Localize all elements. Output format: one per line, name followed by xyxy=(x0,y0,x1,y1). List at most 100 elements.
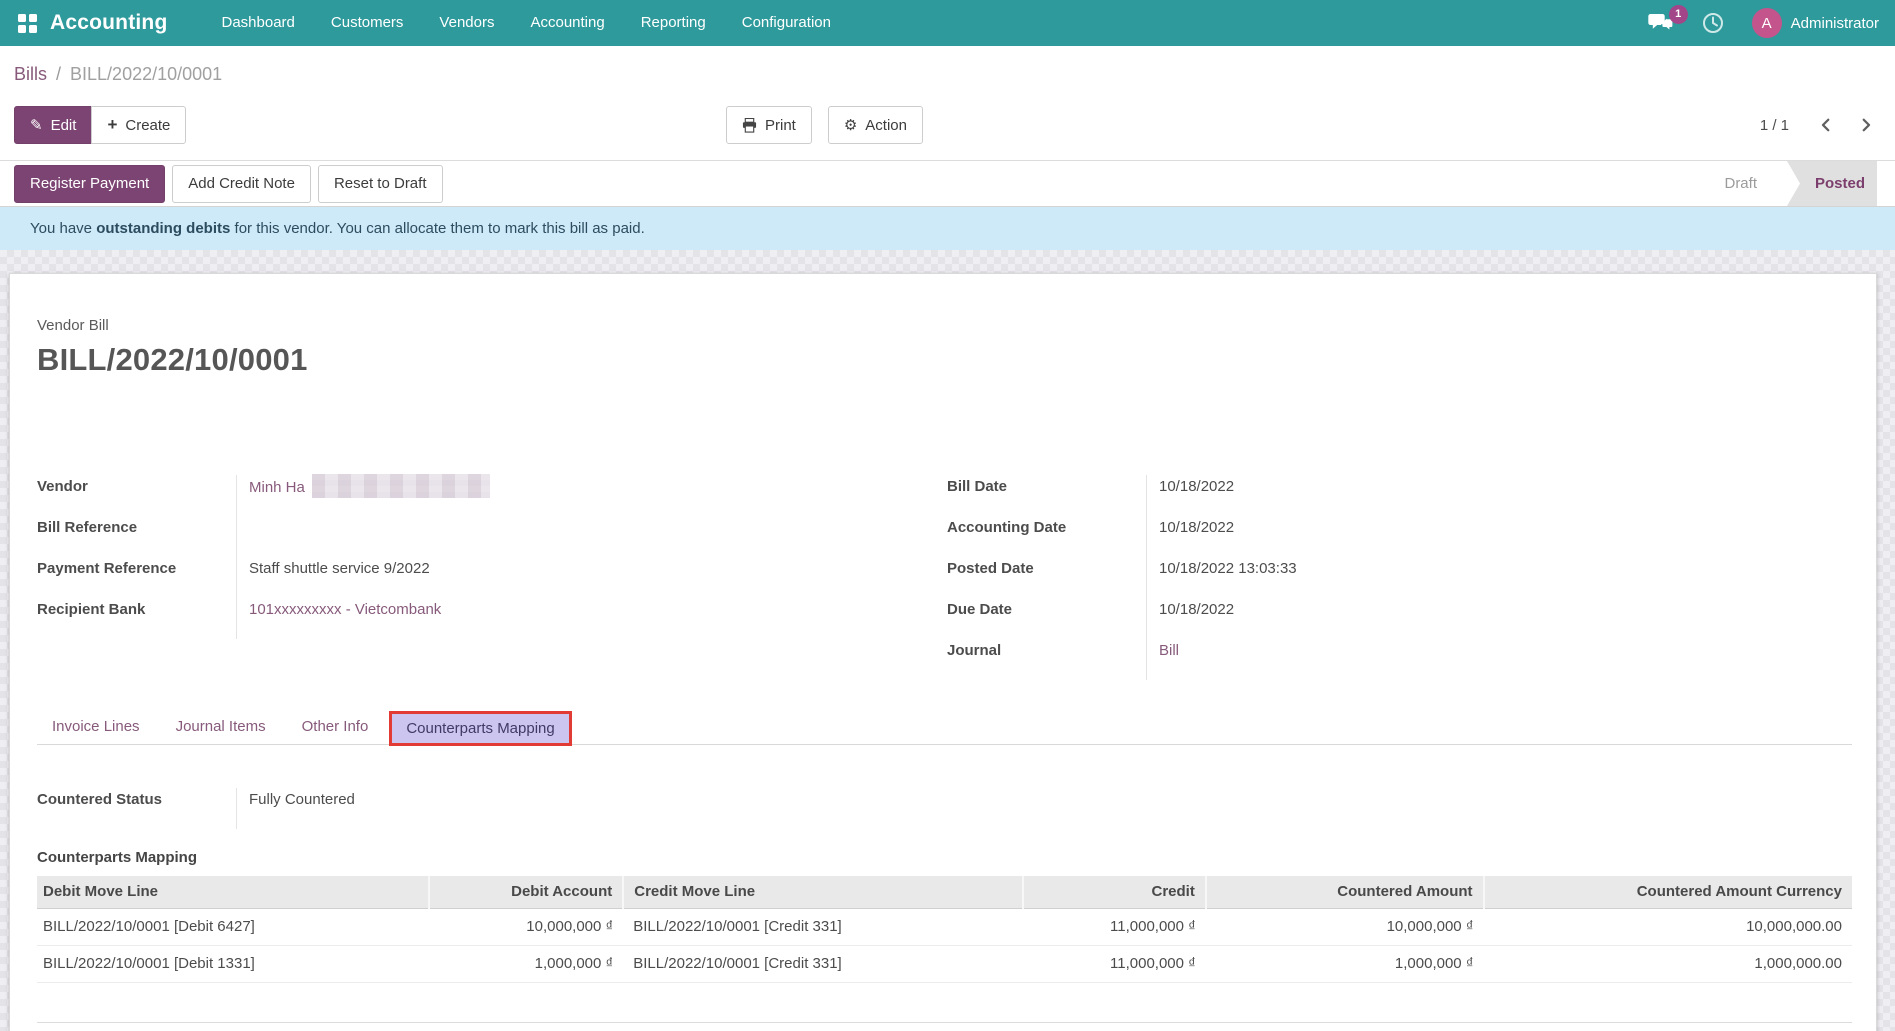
bill-date-value: 10/18/2022 xyxy=(1146,475,1852,516)
due-date-label: Due Date xyxy=(947,598,1146,639)
chevron-right-icon xyxy=(1857,116,1875,134)
app-name[interactable]: Accounting xyxy=(50,11,168,35)
status-draft[interactable]: Draft xyxy=(1724,161,1787,206)
field-journal: Journal Bill xyxy=(947,639,1852,680)
journal-value: Bill xyxy=(1146,639,1852,680)
messages-icon[interactable]: 1 xyxy=(1648,13,1674,34)
create-button-label: Create xyxy=(125,117,170,134)
pencil-icon: ✎ xyxy=(30,116,43,134)
nav-item-configuration[interactable]: Configuration xyxy=(724,0,849,46)
edit-button[interactable]: ✎ Edit xyxy=(14,106,92,144)
recipient-bank-link[interactable]: 101xxxxxxxxx - Vietcombank xyxy=(249,601,441,618)
counterparts-mapping-table: Debit Move Line Debit Account Credit Mov… xyxy=(37,876,1852,983)
nav-item-accounting[interactable]: Accounting xyxy=(512,0,622,46)
printer-icon xyxy=(742,118,757,133)
countered-status-label: Countered Status xyxy=(37,788,236,829)
countered-status-value: Fully Countered xyxy=(236,788,942,829)
chevron-left-icon xyxy=(1817,116,1835,134)
nav-item-dashboard[interactable]: Dashboard xyxy=(204,0,313,46)
tab-journal-items[interactable]: Journal Items xyxy=(161,709,281,744)
plus-icon: + xyxy=(107,115,117,135)
table-row[interactable]: BILL/2022/10/0001 [Debit 6427] 10,000,00… xyxy=(37,908,1852,945)
tab-other-info[interactable]: Other Info xyxy=(287,709,384,744)
field-posted-date: Posted Date 10/18/2022 13:03:33 xyxy=(947,557,1852,598)
counterparts-mapping-heading: Counterparts Mapping xyxy=(37,849,1852,866)
cell-credit-move-line: BILL/2022/10/0001 [Credit 331] xyxy=(623,945,1022,982)
messages-badge: 1 xyxy=(1669,5,1688,24)
reset-to-draft-button[interactable]: Reset to Draft xyxy=(318,165,443,203)
bill-reference-value xyxy=(236,516,942,557)
cell-credit-move-line: BILL/2022/10/0001 [Credit 331] xyxy=(623,908,1022,945)
cell-countered-amount: 1,000,000 ₫ xyxy=(1206,945,1484,982)
print-button[interactable]: Print xyxy=(726,106,812,144)
vendor-redacted-blur xyxy=(312,474,490,498)
col-debit-account[interactable]: Debit Account xyxy=(429,876,623,908)
col-credit-move-line[interactable]: Credit Move Line xyxy=(623,876,1022,908)
posted-date-label: Posted Date xyxy=(947,557,1146,598)
apps-grid-icon[interactable] xyxy=(14,10,40,36)
cell-credit: 11,000,000 ₫ xyxy=(1023,908,1206,945)
field-vendor: Vendor Minh Ha xyxy=(37,475,942,516)
vendor-value: Minh Ha xyxy=(236,475,942,516)
status-widget: Draft Posted xyxy=(1724,161,1877,206)
activities-clock-icon[interactable] xyxy=(1702,12,1724,34)
nav-item-reporting[interactable]: Reporting xyxy=(623,0,724,46)
action-button-label: Action xyxy=(865,117,907,134)
countered-status-group: Countered Status Fully Countered xyxy=(37,788,942,829)
create-button[interactable]: + Create xyxy=(91,106,186,144)
vendor-link[interactable]: Minh Ha xyxy=(249,479,305,496)
table-row[interactable]: BILL/2022/10/0001 [Debit 1331] 1,000,000… xyxy=(37,945,1852,982)
pager: 1 / 1 xyxy=(1760,106,1879,144)
left-field-group: Vendor Minh Ha Bill Reference Payment Re… xyxy=(37,475,942,639)
payment-reference-value: Staff shuttle service 9/2022 xyxy=(236,557,942,598)
col-countered-amount-currency[interactable]: Countered Amount Currency xyxy=(1484,876,1852,908)
status-posted[interactable]: Posted xyxy=(1787,161,1877,206)
vendor-label: Vendor xyxy=(37,475,236,516)
print-button-label: Print xyxy=(765,117,796,134)
user-name: Administrator xyxy=(1791,15,1879,32)
field-recipient-bank: Recipient Bank 101xxxxxxxxx - Vietcomban… xyxy=(37,598,942,639)
form-view-background: Vendor Bill BILL/2022/10/0001 Vendor Min… xyxy=(0,250,1895,1031)
field-countered-status: Countered Status Fully Countered xyxy=(37,788,942,829)
cell-debit-account: 1,000,000 ₫ xyxy=(429,945,623,982)
tab-counterparts-mapping[interactable]: Counterparts Mapping xyxy=(389,711,571,746)
cell-countered-amount: 10,000,000 ₫ xyxy=(1206,908,1484,945)
top-navbar: Accounting Dashboard Customers Vendors A… xyxy=(0,0,1895,46)
apps-grid-icon-svg xyxy=(18,14,37,33)
field-bill-reference: Bill Reference xyxy=(37,516,942,557)
register-payment-button[interactable]: Register Payment xyxy=(14,165,165,203)
col-countered-amount[interactable]: Countered Amount xyxy=(1206,876,1484,908)
bill-date-label: Bill Date xyxy=(947,475,1146,516)
add-credit-note-button[interactable]: Add Credit Note xyxy=(172,165,311,203)
nav-item-customers[interactable]: Customers xyxy=(313,0,422,46)
control-panel: Bills/BILL/2022/10/0001 ✎ Edit + Create xyxy=(0,46,1895,160)
accounting-date-value: 10/18/2022 xyxy=(1146,516,1852,557)
pager-previous-button[interactable] xyxy=(1813,112,1839,138)
breadcrumb-bills-link[interactable]: Bills xyxy=(14,64,47,84)
recipient-bank-label: Recipient Bank xyxy=(37,598,236,639)
col-credit[interactable]: Credit xyxy=(1023,876,1206,908)
field-bill-date: Bill Date 10/18/2022 xyxy=(947,475,1852,516)
avatar: A xyxy=(1752,8,1782,38)
alert-text: You have outstanding debits for this ven… xyxy=(30,220,645,237)
pager-next-button[interactable] xyxy=(1853,112,1879,138)
tab-invoice-lines[interactable]: Invoice Lines xyxy=(37,709,155,744)
recipient-bank-value: 101xxxxxxxxx - Vietcombank xyxy=(236,598,942,639)
edit-create-group: ✎ Edit + Create xyxy=(14,106,186,144)
cell-countered-amount-currency: 10,000,000.00 xyxy=(1484,908,1852,945)
statusbar-buttons: Register Payment Add Credit Note Reset t… xyxy=(14,165,443,203)
right-field-group: Bill Date 10/18/2022 Accounting Date 10/… xyxy=(947,475,1852,680)
table-header-row: Debit Move Line Debit Account Credit Mov… xyxy=(37,876,1852,908)
journal-link[interactable]: Bill xyxy=(1159,642,1179,659)
top-menu: Dashboard Customers Vendors Accounting R… xyxy=(204,0,849,46)
bill-number-title: BILL/2022/10/0001 xyxy=(37,342,1852,378)
col-debit-move-line[interactable]: Debit Move Line xyxy=(37,876,429,908)
due-date-value: 10/18/2022 xyxy=(1146,598,1852,639)
action-button[interactable]: ⚙ Action xyxy=(828,106,923,144)
clock-icon xyxy=(1702,12,1724,34)
field-due-date: Due Date 10/18/2022 xyxy=(947,598,1852,639)
nav-item-vendors[interactable]: Vendors xyxy=(421,0,512,46)
control-panel-buttons: ✎ Edit + Create Print xyxy=(14,106,1881,144)
user-menu[interactable]: A Administrator xyxy=(1752,8,1879,38)
pager-count: 1 / 1 xyxy=(1760,117,1789,134)
